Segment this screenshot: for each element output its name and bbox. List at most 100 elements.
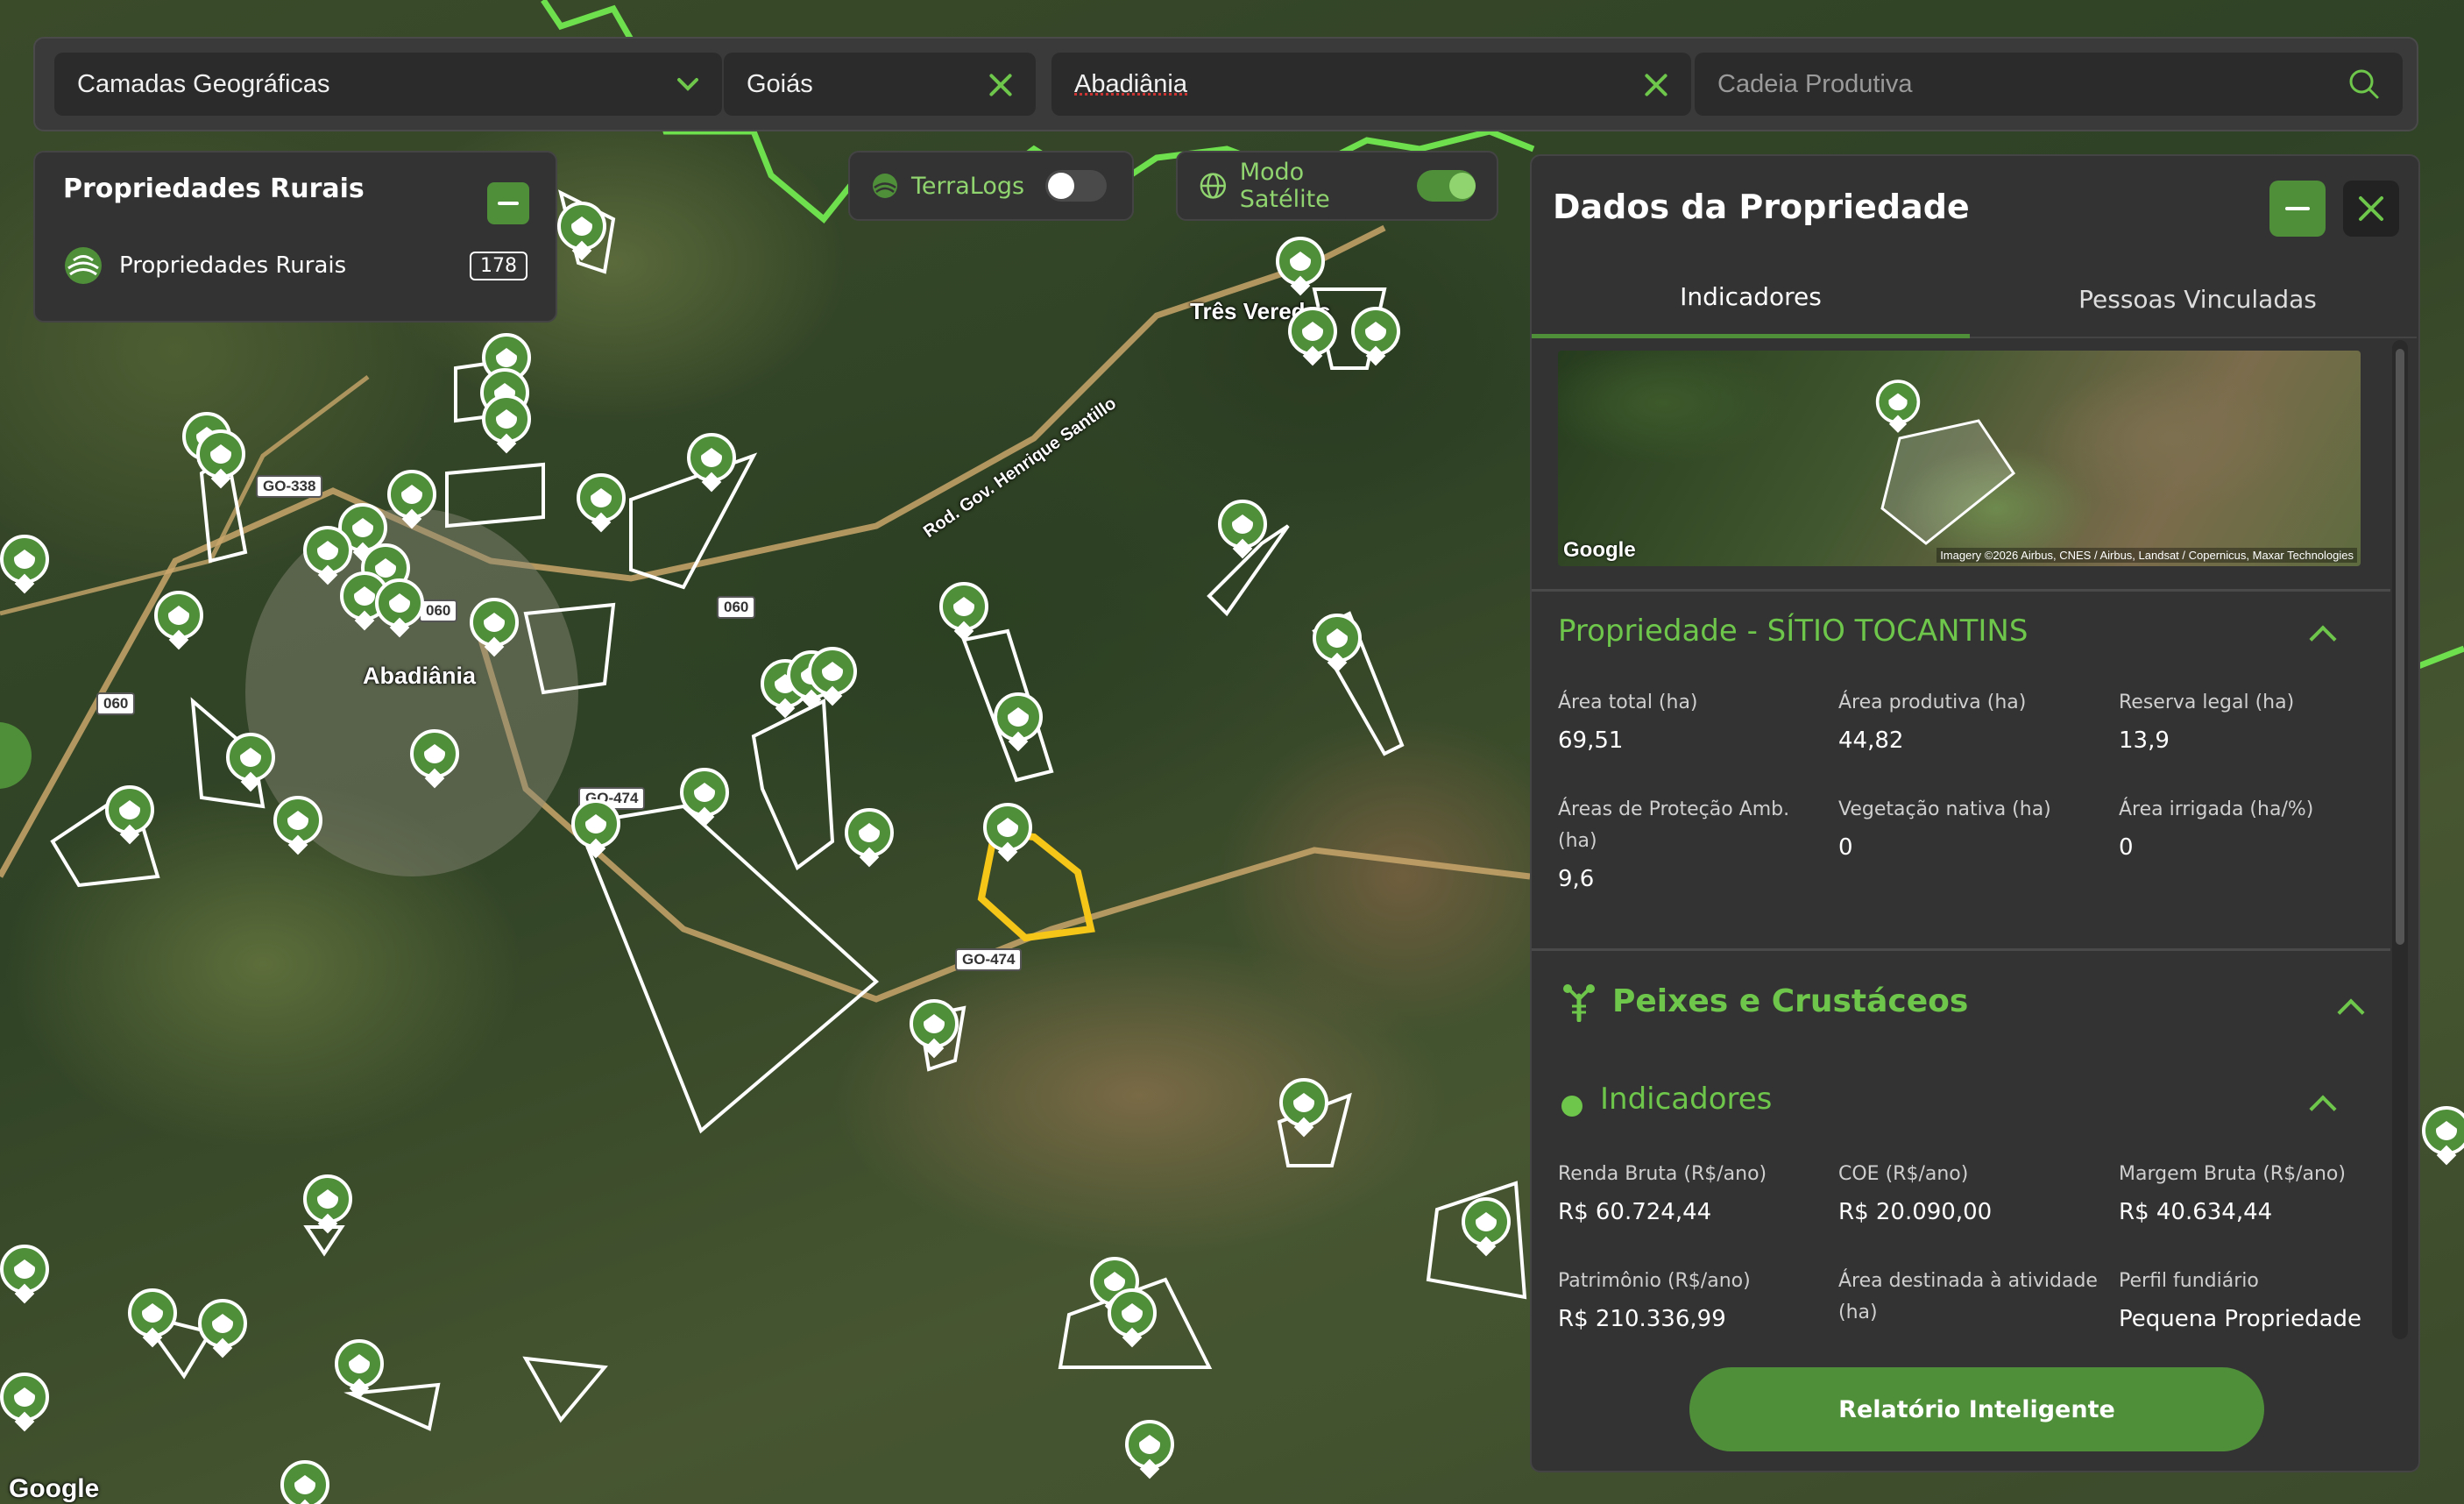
layers-card: Propriedades Rurais Propriedades Rurais … — [33, 151, 557, 323]
city-value: Abadiânia — [1074, 69, 1187, 98]
layers-card-title: Propriedades Rurais — [63, 174, 365, 204]
satellite-switch[interactable] — [1416, 170, 1476, 202]
panel-tabs: Indicadores Pessoas Vinculadas — [1532, 259, 2417, 338]
property-pin[interactable] — [1218, 500, 1267, 559]
state-field[interactable]: Goiás — [724, 53, 1036, 116]
property-pin[interactable] — [196, 429, 245, 489]
property-pin[interactable] — [557, 202, 606, 261]
panel-title: Dados da Propriedade — [1553, 188, 1970, 226]
indicators-subsection-title: Indicadores — [1600, 1082, 1773, 1117]
search-icon[interactable] — [2348, 68, 2380, 100]
divider — [1532, 948, 2390, 951]
chevron-up-icon[interactable] — [2309, 625, 2337, 653]
chevron-down-icon — [677, 78, 698, 91]
municipal-boundary-east — [2417, 645, 2464, 670]
state-value: Goiás — [747, 69, 813, 98]
chain-section-title: Peixes e Crustáceos — [1612, 983, 1969, 1019]
metric-area-destinada: Área destinada à atividade (ha) — [1838, 1270, 2098, 1323]
search-input[interactable]: Cadeia Produtiva — [1695, 53, 2403, 116]
panel-scrollbar[interactable] — [2392, 340, 2408, 1339]
metric-area-irrigada: Área irrigada (ha/%) 0 — [2119, 798, 2314, 861]
property-pin[interactable] — [910, 999, 959, 1059]
satellite-label: Modo Satélite — [1239, 159, 1330, 213]
property-panel: Dados da Propriedade Indicadores Pessoas… — [1530, 154, 2420, 1472]
property-pin[interactable] — [577, 473, 626, 533]
property-pin[interactable] — [808, 647, 857, 706]
metric-vegetacao-nativa: Vegetação nativa (ha) 0 — [1838, 798, 2051, 861]
close-icon[interactable] — [1644, 72, 1668, 96]
property-pin[interactable] — [335, 1339, 384, 1399]
metric-protecao-amb: Áreas de Proteção Amb. (ha) 9,6 — [1558, 798, 1790, 892]
property-pin[interactable] — [1108, 1288, 1157, 1348]
property-pin[interactable] — [0, 1245, 49, 1304]
property-pin[interactable] — [303, 1174, 352, 1234]
property-section-title: Propriedade - SÍTIO TOCANTINS — [1558, 614, 2029, 649]
map-pin-icon — [1875, 380, 1921, 433]
property-pin[interactable] — [571, 799, 620, 859]
metric-margem-bruta: Margem Bruta (R$/ano) R$ 40.634,44 — [2119, 1163, 2346, 1225]
minus-icon — [2285, 207, 2310, 210]
chevron-up-icon[interactable] — [2337, 998, 2365, 1026]
property-pin[interactable] — [1288, 307, 1337, 366]
metric-renda-bruta: Renda Bruta (R$/ano) R$ 60.724,44 — [1558, 1163, 1767, 1225]
tab-indicadores[interactable]: Indicadores — [1532, 259, 1970, 338]
property-pin[interactable] — [482, 394, 531, 454]
collapse-layers-button[interactable] — [487, 182, 529, 224]
panel-scroll-area[interactable]: Google Imagery ©2026 Airbus, CNES / Airb… — [1532, 340, 2390, 1339]
property-pin[interactable] — [1276, 237, 1325, 296]
chevron-up-icon[interactable] — [2309, 1095, 2337, 1123]
property-pin[interactable] — [845, 808, 894, 868]
thumbnail-overlay — [1880, 419, 2016, 545]
property-pin[interactable] — [1351, 307, 1400, 366]
property-pin[interactable] — [0, 1373, 49, 1432]
metric-coe: COE (R$/ano) R$ 20.090,00 — [1838, 1163, 1993, 1225]
property-pin[interactable] — [1279, 1078, 1328, 1138]
layer-item-label: Propriedades Rurais — [119, 252, 347, 279]
crayfish-icon — [1563, 984, 1595, 1022]
metric-area-total: Área total (ha) 69,51 — [1558, 692, 1698, 754]
close-icon[interactable] — [988, 72, 1013, 96]
property-pin[interactable] — [1125, 1420, 1174, 1479]
thumbnail-attribution: Imagery ©2026 Airbus, CNES / Airbus, Lan… — [1937, 548, 2357, 563]
metric-area-produtiva: Área produtiva (ha) 44,82 — [1838, 692, 2027, 754]
selected-property-pin[interactable] — [983, 803, 1032, 862]
layers-select-value: Camadas Geográficas — [77, 69, 330, 98]
road-shield: 060 — [717, 596, 756, 619]
property-pin[interactable] — [226, 733, 275, 792]
metric-perfil-fundiario: Perfil fundiário Pequena Propriedade — [2119, 1270, 2361, 1332]
layers-select[interactable]: Camadas Geográficas — [54, 53, 722, 116]
property-pin[interactable] — [470, 598, 519, 657]
property-pin[interactable] — [994, 692, 1043, 752]
indicator-dot — [1561, 1096, 1582, 1117]
close-panel-button[interactable] — [2343, 181, 2399, 237]
property-pin[interactable] — [280, 1460, 329, 1504]
globe-icon — [1200, 173, 1227, 199]
property-pin[interactable] — [939, 582, 988, 642]
city-label: Abadiânia — [363, 663, 477, 689]
property-pin[interactable] — [387, 470, 436, 529]
property-pin[interactable] — [410, 729, 459, 789]
smart-report-button[interactable]: Relatório Inteligente — [1689, 1367, 2264, 1451]
property-pin[interactable] — [0, 535, 49, 594]
road-shield: GO-338 — [256, 475, 323, 498]
tab-pessoas-vinculadas[interactable]: Pessoas Vinculadas — [1979, 259, 2417, 338]
property-pin[interactable] — [687, 433, 736, 493]
property-pin[interactable] — [198, 1299, 247, 1359]
layer-item-propriedades[interactable]: Propriedades Rurais 178 — [63, 245, 527, 286]
satellite-toggle-card[interactable]: Modo Satélite — [1176, 151, 1498, 221]
metric-patrimonio: Patrimônio (R$/ano) R$ 210.336,99 — [1558, 1270, 1751, 1332]
property-pin[interactable] — [680, 768, 729, 827]
property-pin[interactable] — [273, 796, 322, 855]
terralogs-toggle-card[interactable]: TerraLogs — [848, 151, 1134, 221]
property-pin[interactable] — [128, 1288, 177, 1348]
terralogs-switch[interactable] — [1045, 170, 1108, 202]
road-shield: 060 — [96, 692, 136, 715]
property-pin[interactable] — [2422, 1106, 2464, 1166]
property-pin[interactable] — [1313, 614, 1362, 673]
property-pin[interactable] — [1462, 1197, 1511, 1257]
property-pin[interactable] — [154, 591, 203, 650]
property-pin[interactable] — [375, 578, 424, 638]
city-field[interactable]: Abadiânia — [1051, 53, 1691, 116]
property-pin[interactable] — [105, 785, 154, 845]
minimize-panel-button[interactable] — [2269, 181, 2326, 237]
